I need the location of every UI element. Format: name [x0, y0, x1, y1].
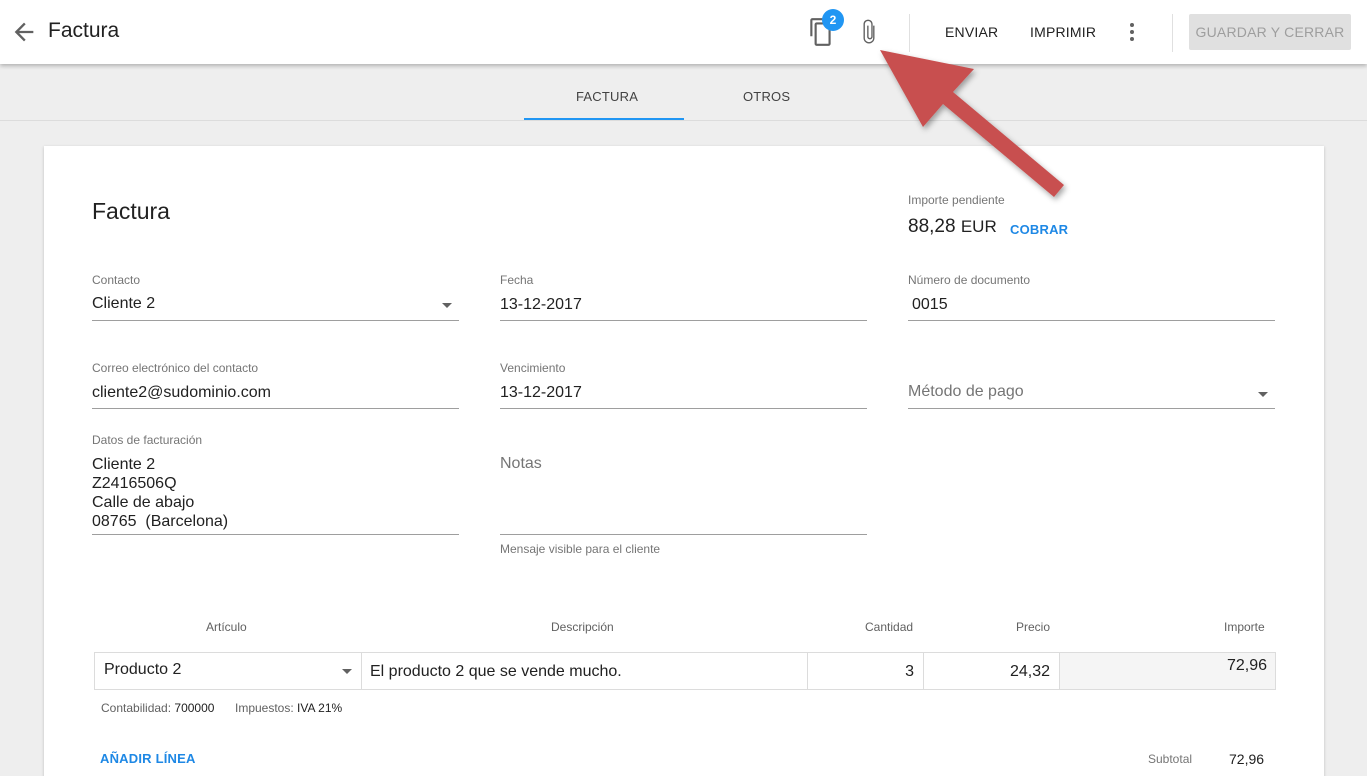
contact-select[interactable]: Cliente 2 — [92, 292, 459, 321]
subtotal-label: Subtotal — [1148, 752, 1193, 766]
save-close-button[interactable]: GUARDAR Y CERRAR — [1189, 14, 1351, 50]
more-vert-icon[interactable] — [1124, 20, 1140, 44]
date-value: 13-12-2017 — [500, 296, 582, 313]
print-button[interactable]: IMPRIMIR — [1030, 24, 1096, 40]
date-label: Fecha — [500, 273, 534, 287]
paperclip-icon[interactable] — [858, 19, 880, 45]
tax-info[interactable]: Impuestos: IVA 21% — [235, 701, 342, 715]
contact-label: Contacto — [92, 273, 141, 287]
doc-number-value: 0015 — [912, 296, 948, 313]
tax-label: Impuestos: — [235, 701, 294, 715]
chevron-down-icon — [1258, 392, 1268, 397]
notes-helper-text: Mensaje visible para el cliente — [500, 542, 661, 556]
billing-textarea[interactable]: Cliente 2 Z2416506Q Calle de abajo 08765… — [92, 454, 459, 535]
tab-otros[interactable]: OTROS — [743, 89, 790, 104]
payment-method-placeholder: Método de pago — [908, 383, 1024, 400]
pending-value: 88,28 — [908, 216, 956, 237]
notes-placeholder: Notas — [500, 455, 542, 472]
subtotal-value: 72,96 — [1229, 751, 1265, 767]
tab-bar: FACTURA OTROS — [0, 64, 1367, 121]
billing-value: Cliente 2 Z2416506Q Calle de abajo 08765… — [92, 456, 229, 530]
col-header-price: Precio — [1016, 620, 1051, 634]
col-header-item: Artículo — [206, 620, 247, 634]
page-title: Factura — [48, 19, 120, 42]
price-value: 24,32 — [1009, 663, 1050, 680]
due-date-value: 13-12-2017 — [500, 384, 582, 401]
doc-number-label: Número de documento — [908, 273, 1031, 287]
add-line-button[interactable]: AÑADIR LÍNEA — [100, 751, 196, 766]
due-date-field[interactable]: 13-12-2017 — [500, 380, 867, 409]
copies-count-badge: 2 — [822, 9, 844, 31]
price-input[interactable]: 24,32 — [924, 653, 1060, 689]
payment-method-select[interactable]: Método de pago — [908, 380, 1275, 409]
pending-currency: EUR — [960, 217, 997, 236]
item-value: Producto 2 — [104, 661, 182, 678]
email-field[interactable]: cliente2@sudominio.com — [92, 380, 459, 409]
toolbar-divider — [1172, 14, 1173, 52]
chevron-down-icon — [342, 669, 352, 674]
contact-value: Cliente 2 — [92, 295, 156, 312]
chevron-down-icon — [442, 303, 452, 308]
email-value: cliente2@sudominio.com — [92, 384, 271, 401]
notes-textarea[interactable]: Notas — [500, 454, 867, 535]
form-title: Factura — [92, 198, 170, 224]
accounting-value: 700000 — [174, 701, 215, 715]
billing-label: Datos de facturación — [92, 433, 203, 447]
tab-factura[interactable]: FACTURA — [576, 89, 638, 104]
send-button[interactable]: ENVIAR — [945, 24, 998, 40]
amount-value: 72,96 — [1226, 657, 1267, 674]
collect-button[interactable]: COBRAR — [1010, 222, 1068, 237]
due-label: Vencimiento — [500, 361, 566, 375]
date-field[interactable]: 13-12-2017 — [500, 292, 867, 321]
col-header-quantity: Cantidad — [865, 620, 914, 634]
back-arrow-icon[interactable] — [10, 18, 38, 46]
quantity-value: 3 — [905, 663, 914, 680]
invoice-card: Factura Importe pendiente 88,28 EUR COBR… — [44, 146, 1324, 776]
description-input[interactable]: El producto 2 que se vende mucho. — [362, 653, 808, 689]
app-bar: Factura 2 ENVIAR IMPRIMIR GUARDAR Y CERR… — [0, 0, 1367, 64]
quantity-input[interactable]: 3 — [808, 653, 924, 689]
accounting-info[interactable]: Contabilidad: 700000 — [101, 701, 214, 715]
tax-value: IVA 21% — [297, 701, 343, 715]
accounting-label: Contabilidad: — [101, 701, 172, 715]
email-label: Correo electrónico del contacto — [92, 361, 259, 375]
amount-cell: 72,96 — [1060, 653, 1275, 689]
toolbar-divider — [909, 14, 910, 52]
col-header-amount: Importe — [1224, 620, 1265, 634]
active-tab-indicator — [524, 118, 684, 120]
table-row: Producto 2 El producto 2 que se vende mu… — [94, 652, 1276, 690]
pending-label: Importe pendiente — [908, 193, 1005, 207]
doc-number-field[interactable]: 0015 — [908, 292, 1275, 321]
item-select[interactable]: Producto 2 — [95, 653, 362, 689]
description-value: El producto 2 que se vende mucho. — [370, 663, 622, 680]
pending-amount: 88,28 EUR — [908, 216, 997, 238]
col-header-description: Descripción — [551, 620, 614, 634]
